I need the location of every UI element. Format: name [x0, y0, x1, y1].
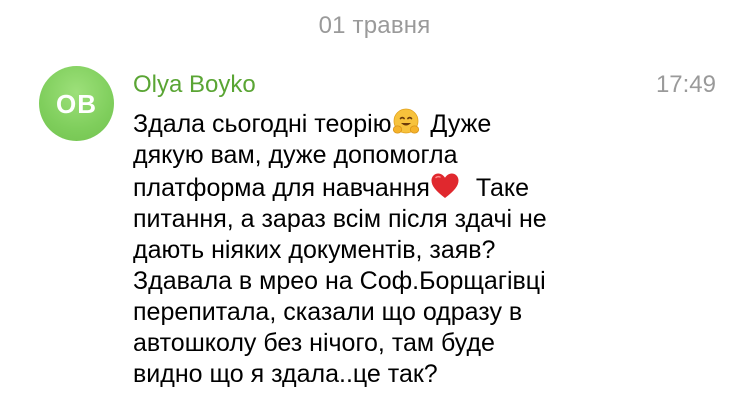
red-heart-emoji — [430, 171, 460, 201]
message-line: питання, а зараз всім після здачі не — [133, 205, 547, 233]
message-line-text: Дуже — [423, 110, 492, 138]
message-line: перепитала, сказали що одразу в — [133, 298, 523, 326]
sender-name[interactable]: Olya Boyko — [133, 70, 256, 100]
message-line-text: платформа для навчання — [133, 174, 430, 202]
message-text: Здала сьогодні теорію Дуже дякую вам, ду… — [133, 107, 723, 390]
message-item: OB Olya Boyko 17:49 Здала сьогодні теорі… — [0, 0, 749, 404]
hugging-face-emoji — [391, 107, 421, 137]
message-line: Здавала в мрео на Соф.Борщагівці — [133, 267, 546, 295]
message-line: дають ніяких документів, заяв? — [133, 236, 496, 264]
message-line: Здала сьогодні теорію Дуже — [133, 107, 723, 140]
message-time: 17:49 — [655, 71, 716, 98]
avatar[interactable]: OB — [39, 66, 114, 141]
message-line-text: Таке — [461, 174, 530, 202]
message-line: дякую вам, дуже допомогла — [133, 141, 458, 169]
avatar-initials: OB — [56, 88, 97, 119]
message-line-text: Здала сьогодні теорію — [133, 110, 392, 138]
message-line: платформа для навчання Таке — [133, 171, 723, 204]
message-line: автошколу без нічого, там буде — [133, 329, 495, 357]
message-line: видно що я здала..це так? — [133, 360, 438, 388]
